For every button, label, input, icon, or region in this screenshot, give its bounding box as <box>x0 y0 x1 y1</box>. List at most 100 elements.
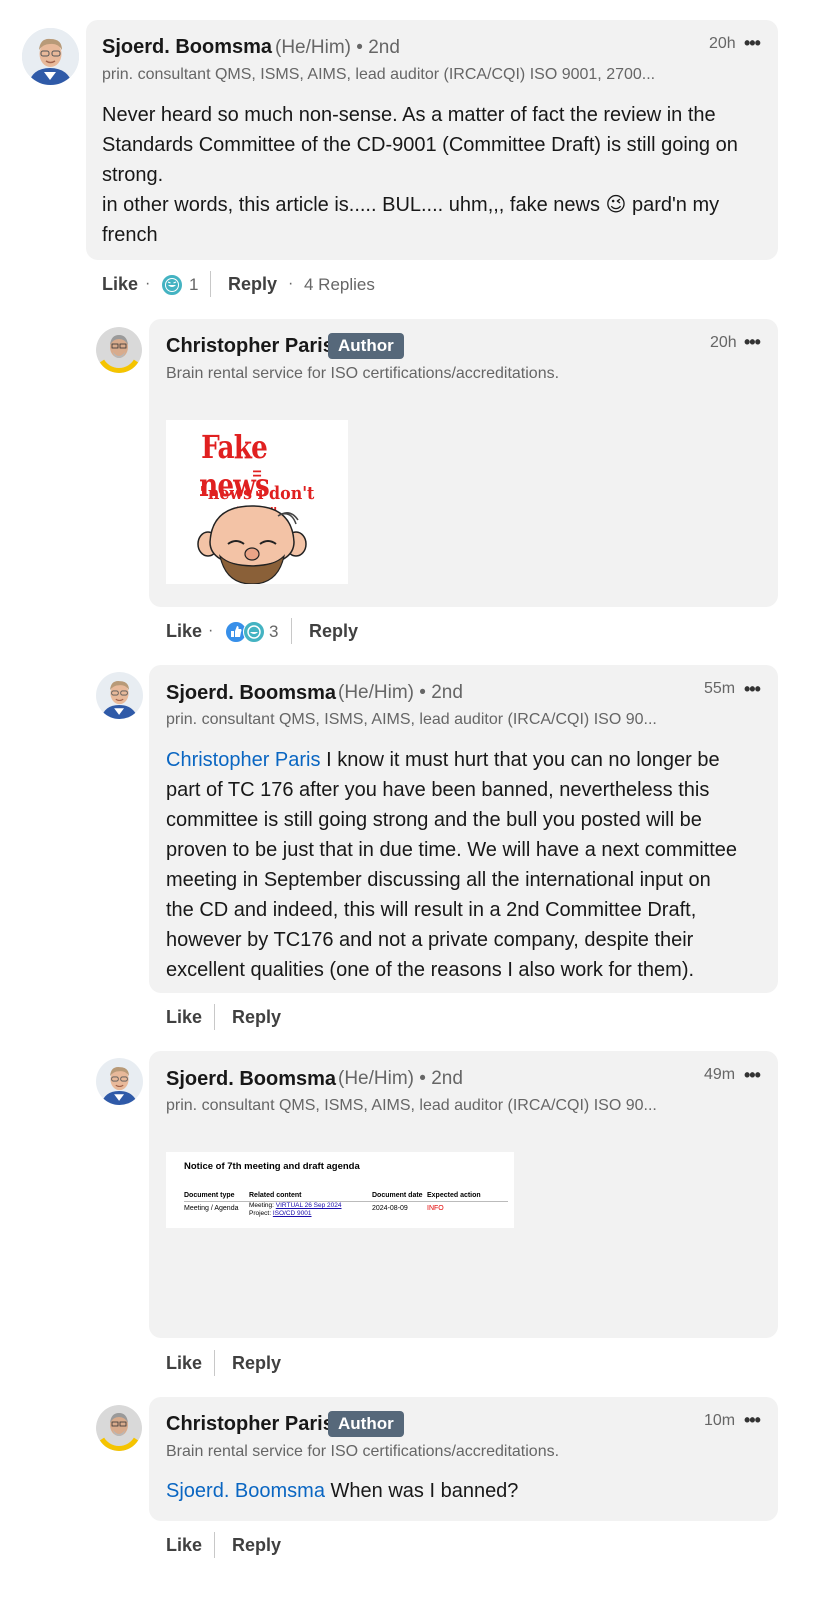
avatar-christopher[interactable] <box>96 327 142 373</box>
comment-text: pard'n my <box>631 194 720 216</box>
author-badge: Author <box>328 1411 404 1437</box>
doc-project-link[interactable]: ISO/CD 9001 <box>273 1210 312 1217</box>
comment-text: When was I banned? <box>330 1480 519 1502</box>
cartoon-face-icon <box>197 505 307 584</box>
commenter-pronouns-degree: (He/Him) • 2nd <box>338 682 463 703</box>
mention-link[interactable]: Sjoerd. Boomsma <box>166 1480 325 1502</box>
doc-action-value: INFO <box>427 1205 444 1212</box>
comment-line: Never heard so much non-sense. As a matt… <box>102 104 716 126</box>
doc-col-action: Expected action <box>427 1192 481 1199</box>
doc-title: Notice of 7th meeting and draft agenda <box>184 1161 360 1172</box>
doc-project-label: Project: <box>249 1210 272 1217</box>
comment-line: proven to be just that in due time. We w… <box>166 839 738 861</box>
comment-line: in other words, this article is..... BUL… <box>102 190 772 220</box>
comment-line: committee is still going strong and the … <box>166 809 702 831</box>
reaction-count[interactable]: 1 <box>189 275 198 295</box>
comment-timestamp: 20h <box>709 35 736 52</box>
divider <box>214 1004 215 1030</box>
commenter-name[interactable]: Christopher Paris <box>166 1413 334 1436</box>
comment-line: strong. <box>102 164 164 186</box>
like-button[interactable]: Like <box>102 274 138 295</box>
comment-line: Standards Committee of the CD-9001 (Comm… <box>102 134 738 156</box>
divider <box>214 1532 215 1558</box>
doc-meeting-row: Meeting: VIRTUAL 26 Sep 2024 <box>249 1202 342 1209</box>
comment-body: Sjoerd. Boomsma When was I banned? <box>166 1476 771 1506</box>
reaction-count[interactable]: 3 <box>269 622 278 642</box>
commenter-headline: Brain rental service for ISO certificati… <box>166 365 560 382</box>
more-options-icon[interactable]: ••• <box>744 679 761 700</box>
comment-timestamp: 20h <box>710 334 737 351</box>
comment-body: Christopher Paris I know it must hurt th… <box>166 745 771 985</box>
comment-line: however by TC176 and not a private compa… <box>166 929 694 951</box>
person-photo-icon <box>96 672 143 719</box>
like-button[interactable]: Like <box>166 621 202 642</box>
more-options-icon[interactable]: ••• <box>744 332 761 353</box>
comment-text: in other words, this article is..... BUL… <box>102 194 600 216</box>
like-button[interactable]: Like <box>166 1535 202 1556</box>
commenter-headline: Brain rental service for ISO certificati… <box>166 1443 560 1460</box>
doc-project-row: Project: ISO/CD 9001 <box>249 1210 312 1217</box>
reply-button[interactable]: Reply <box>232 1007 281 1028</box>
comment-timestamp: 55m <box>704 680 736 697</box>
replies-count-link[interactable]: 4 Replies <box>304 275 375 295</box>
separator-dot: · <box>288 275 294 292</box>
more-options-icon[interactable]: ••• <box>744 1065 761 1086</box>
doc-col-date: Document date <box>372 1192 423 1199</box>
document-screenshot-image[interactable]: Notice of 7th meeting and draft agenda D… <box>166 1152 514 1228</box>
commenter-headline: prin. consultant QMS, ISMS, AIMS, lead a… <box>102 66 656 83</box>
avatar-sjoerd[interactable] <box>96 1058 143 1105</box>
person-photo-icon <box>96 1058 143 1105</box>
doc-divider <box>184 1201 508 1202</box>
like-button[interactable]: Like <box>166 1007 202 1028</box>
person-photo-icon <box>96 327 142 373</box>
commenter-pronouns-degree: (He/Him) • 2nd <box>275 37 400 58</box>
commenter-pronouns-degree: (He/Him) • 2nd <box>338 1068 463 1089</box>
avatar-christopher[interactable] <box>96 1405 142 1451</box>
reply-button[interactable]: Reply <box>309 621 358 642</box>
doc-col-type: Document type <box>184 1192 235 1199</box>
avatar-sjoerd[interactable] <box>96 672 143 719</box>
reply-button[interactable]: Reply <box>232 1353 281 1374</box>
avatar-sjoerd[interactable] <box>22 28 79 85</box>
divider <box>210 271 211 297</box>
comment-body: Never heard so much non-sense. As a matt… <box>102 100 772 250</box>
commenter-name[interactable]: Sjoerd. Boomsma <box>166 682 336 705</box>
comment-timestamp: 10m <box>704 1412 736 1429</box>
reply-button[interactable]: Reply <box>228 274 277 295</box>
comment-line: excellent qualities (one of the reasons … <box>166 959 695 981</box>
separator-dot: · <box>145 275 151 292</box>
comment-timestamp: 49m <box>704 1066 736 1083</box>
fake-news-image[interactable]: Fake news = "news i don't like" <box>166 420 348 584</box>
commenter-name[interactable]: Sjoerd. Boomsma <box>166 1068 336 1091</box>
comment-text: I know it must hurt that you can no long… <box>326 749 720 771</box>
comment-line: french <box>102 224 158 246</box>
doc-meeting-label: Meeting: <box>249 1202 274 1209</box>
like-button[interactable]: Like <box>166 1353 202 1374</box>
person-photo-icon <box>96 1405 142 1451</box>
funny-reaction-icon[interactable] <box>161 274 183 296</box>
wink-emoji-icon: 😉 <box>605 194 627 216</box>
author-badge: Author <box>328 333 404 359</box>
funny-reaction-icon[interactable] <box>243 621 265 643</box>
comment-line: meeting in September discussing all the … <box>166 869 711 891</box>
divider <box>291 618 292 644</box>
comment-line: the CD and indeed, this will result in a… <box>166 899 697 921</box>
commenter-headline: prin. consultant QMS, ISMS, AIMS, lead a… <box>166 711 657 728</box>
reply-button[interactable]: Reply <box>232 1535 281 1556</box>
more-options-icon[interactable]: ••• <box>744 33 761 54</box>
commenter-name[interactable]: Sjoerd. Boomsma <box>102 36 272 59</box>
image-equals: = <box>252 466 262 483</box>
doc-type-value: Meeting / Agenda <box>184 1205 239 1212</box>
doc-col-related: Related content <box>249 1192 302 1199</box>
divider <box>214 1350 215 1376</box>
person-photo-icon <box>22 28 79 85</box>
doc-date-value: 2024-08-09 <box>372 1205 408 1212</box>
doc-meeting-link[interactable]: VIRTUAL 26 Sep 2024 <box>276 1202 342 1209</box>
separator-dot: · <box>208 622 214 639</box>
comment-line: Christopher Paris I know it must hurt th… <box>166 745 771 775</box>
commenter-headline: prin. consultant QMS, ISMS, AIMS, lead a… <box>166 1097 657 1114</box>
mention-link[interactable]: Christopher Paris <box>166 749 321 771</box>
comment-line: part of TC 176 after you have been banne… <box>166 779 710 801</box>
more-options-icon[interactable]: ••• <box>744 1410 761 1431</box>
commenter-name[interactable]: Christopher Paris <box>166 335 334 358</box>
